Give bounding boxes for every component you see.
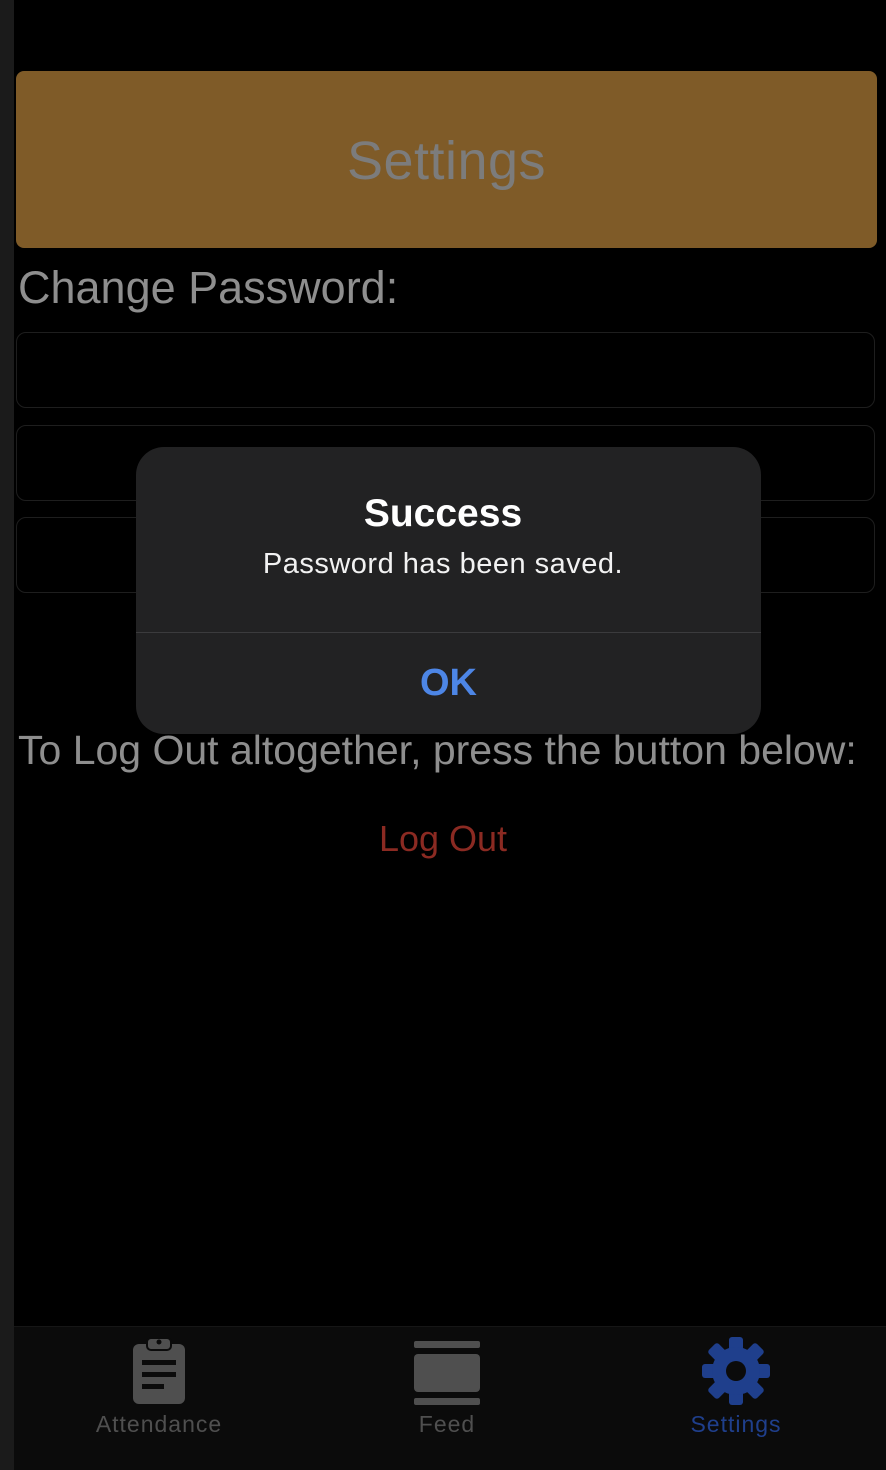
- tab-feed[interactable]: Feed: [302, 1327, 592, 1470]
- gear-icon: [702, 1337, 770, 1405]
- ok-button[interactable]: OK: [136, 633, 761, 734]
- alert-title: Success: [363, 492, 523, 535]
- tab-attendance[interactable]: Attendance: [14, 1327, 304, 1470]
- page-title: Settings: [346, 130, 547, 191]
- logout-instructions: To Log Out altogether, press the button …: [18, 727, 857, 773]
- tab-settings-label: Settings: [690, 1411, 782, 1437]
- tab-bar: Attendance Feed Settings: [14, 1326, 886, 1470]
- tab-attendance-label: Attendance: [95, 1411, 223, 1437]
- tab-settings[interactable]: Settings: [591, 1327, 881, 1470]
- clipboard-icon: [133, 1337, 185, 1404]
- feed-icon: [414, 1341, 480, 1405]
- tab-feed-label: Feed: [418, 1411, 476, 1437]
- logout-button[interactable]: Log Out: [0, 818, 886, 860]
- password-field-1[interactable]: [16, 332, 875, 408]
- left-edge-strip: [0, 0, 14, 1470]
- settings-screen: Settings Change Password: To Log Out alt…: [0, 0, 886, 1470]
- header-bar: Settings: [16, 71, 877, 248]
- change-password-label: Change Password:: [18, 262, 399, 313]
- alert-message: Password has been saved.: [262, 548, 624, 580]
